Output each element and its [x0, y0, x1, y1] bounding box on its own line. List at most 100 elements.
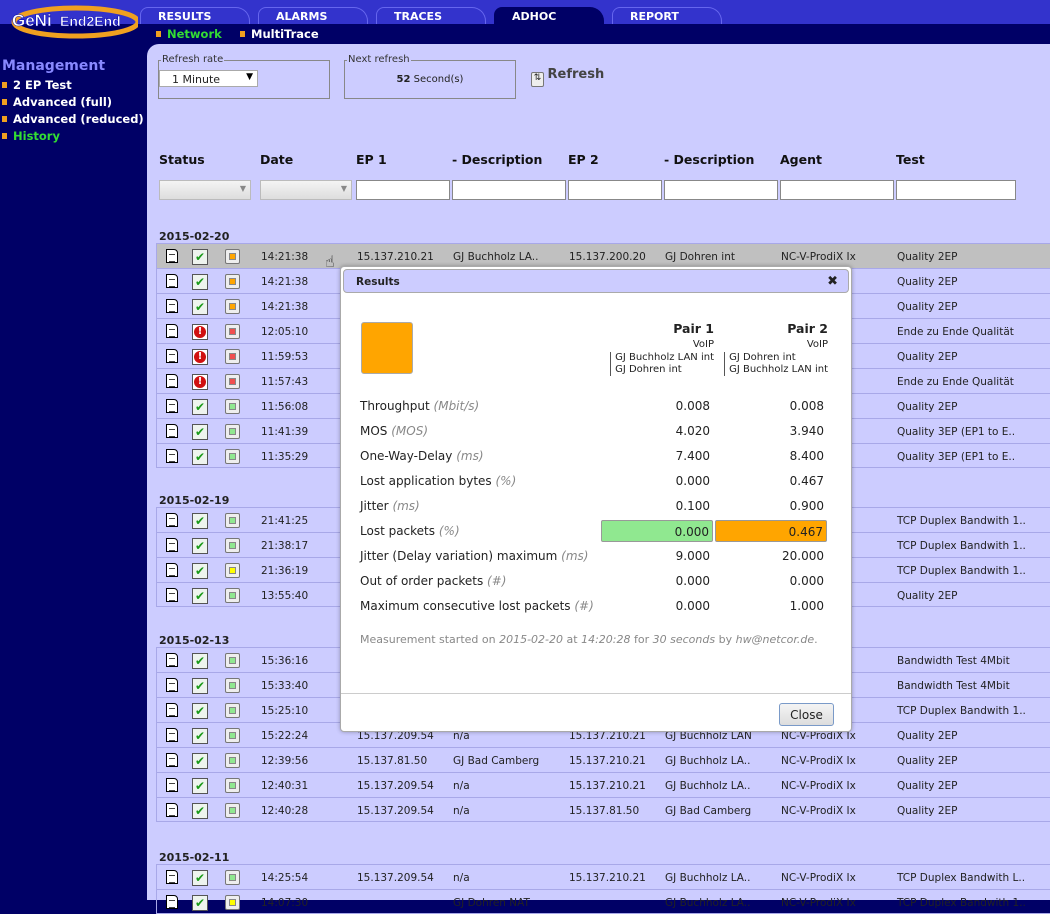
refresh-button[interactable]: ⇅ Refresh	[531, 67, 604, 87]
check-icon: ✔	[192, 678, 208, 694]
status-lamp-icon	[225, 399, 240, 414]
bullet-icon	[156, 31, 161, 37]
report-document-icon[interactable]	[166, 753, 178, 767]
check-icon: ✔	[192, 538, 208, 554]
filter-7[interactable]	[896, 180, 1016, 200]
report-document-icon[interactable]	[166, 653, 178, 667]
close-icon[interactable]: ✖	[827, 274, 838, 289]
report-document-icon[interactable]	[166, 424, 178, 438]
table-row[interactable]: ✔ 12:39:56 15.137.81.50 GJ Bad Camberg 15.13…	[156, 747, 1050, 772]
report-document-icon[interactable]	[166, 870, 178, 884]
sidebar-item-advanced-full-[interactable]: Advanced (full)	[2, 95, 112, 109]
cell: n/a	[453, 872, 470, 884]
report-document-icon[interactable]	[166, 374, 178, 388]
check-icon: ✔	[192, 449, 208, 465]
results-dialog: Results ✖ Pair 1 VoIP GJ Buchholz LAN int G…	[340, 266, 852, 732]
cell: 15.137.210.21	[569, 780, 646, 792]
pair-1-value: 9.000	[675, 549, 710, 563]
report-document-icon[interactable]	[166, 895, 178, 909]
table-row[interactable]: ✔ 12:40:28 15.137.209.54 n/a 15.137.81.50 GJ …	[156, 797, 1050, 822]
column-header[interactable]: Agent	[780, 152, 822, 167]
sidebar-item-advanced-reduced-[interactable]: Advanced (reduced)	[2, 112, 144, 126]
cell: 11:57:43	[261, 376, 309, 388]
table-row[interactable]: ✔ 12:40:31 15.137.209.54 n/a 15.137.210.21 GJ…	[156, 772, 1050, 797]
error-icon	[192, 374, 208, 390]
sidebar-item-2-ep-test[interactable]: 2 EP Test	[2, 78, 72, 92]
refresh-rate-select[interactable]: 1 Minute	[159, 70, 258, 87]
cell: Quality 2EP	[897, 301, 958, 313]
filter-6[interactable]	[780, 180, 894, 200]
tab-adhoc[interactable]: ADHOC	[494, 7, 604, 24]
cell: Bandwidth Test 4Mbit	[897, 655, 1010, 667]
status-lamp-icon	[225, 703, 240, 718]
check-icon: ✔	[192, 513, 208, 529]
filter-0[interactable]	[159, 180, 251, 200]
filter-5[interactable]	[664, 180, 778, 200]
column-header[interactable]: - Description	[452, 152, 542, 167]
report-document-icon[interactable]	[166, 728, 178, 742]
report-document-icon[interactable]	[166, 449, 178, 463]
subnav-network[interactable]: Network	[156, 27, 222, 41]
column-header[interactable]: EP 1	[356, 152, 387, 167]
cell: 14:07:30	[261, 897, 309, 909]
report-document-icon[interactable]	[166, 703, 178, 717]
geni-logo: GeNi End2End	[11, 5, 138, 39]
cell: Quality 2EP	[897, 401, 958, 413]
filter-3[interactable]	[452, 180, 566, 200]
pair-1-value: 0.000	[675, 574, 710, 588]
filter-1[interactable]	[260, 180, 352, 200]
cell: TCP Duplex Bandwith 1..	[897, 897, 1026, 909]
cell: NC-V-ProdiX Ix	[781, 780, 856, 792]
date-group-header: 2015-02-11	[159, 851, 230, 864]
column-header[interactable]: Status	[159, 152, 205, 167]
filter-4[interactable]	[568, 180, 662, 200]
cell: 15:36:16	[261, 655, 309, 667]
report-document-icon[interactable]	[166, 778, 178, 792]
tab-alarms[interactable]: ALARMS	[258, 7, 368, 24]
sidebar-item-history[interactable]: History	[2, 129, 60, 143]
check-icon: ✔	[192, 588, 208, 604]
date-group-header: 2015-02-20	[159, 230, 230, 243]
tab-results[interactable]: RESULTS	[140, 7, 250, 24]
report-document-icon[interactable]	[166, 349, 178, 363]
table-row[interactable]: ✔ 14:21:38 15.137.210.21 GJ Buchholz LA.. 15…	[156, 243, 1050, 268]
column-header[interactable]: - Description	[664, 152, 754, 167]
pair-2-value: 0.900	[789, 499, 824, 513]
report-document-icon[interactable]	[166, 299, 178, 313]
report-document-icon[interactable]	[166, 249, 178, 263]
column-header[interactable]: Test	[896, 152, 925, 167]
table-row[interactable]: ✔ 14:07:30 GJ Dohren NAT GJ Buchholz LA.. NC…	[156, 889, 1050, 914]
cell: TCP Duplex Bandwith 1..	[897, 540, 1026, 552]
table-row[interactable]: ✔ 14:25:54 15.137.209.54 n/a 15.137.210.21 GJ…	[156, 864, 1050, 889]
cell: TCP Duplex Bandwith 1..	[897, 705, 1026, 717]
column-header[interactable]: Date	[260, 152, 293, 167]
tab-traces[interactable]: TRACES	[376, 7, 486, 24]
cell: 15.137.210.21	[357, 251, 434, 263]
report-document-icon[interactable]	[166, 563, 178, 577]
cell: 14:21:38	[261, 301, 309, 313]
report-document-icon[interactable]	[166, 678, 178, 692]
report-document-icon[interactable]	[166, 274, 178, 288]
report-document-icon[interactable]	[166, 324, 178, 338]
report-document-icon[interactable]	[166, 538, 178, 552]
error-icon	[192, 324, 208, 340]
report-document-icon[interactable]	[166, 588, 178, 602]
tab-report[interactable]: REPORT	[612, 7, 722, 24]
subnav-multitrace[interactable]: MultiTrace	[240, 27, 319, 41]
next-refresh-label: Next refresh	[347, 54, 411, 65]
check-icon: ✔	[192, 870, 208, 886]
report-document-icon[interactable]	[166, 399, 178, 413]
bullet-icon	[2, 99, 7, 105]
column-header[interactable]: EP 2	[568, 152, 599, 167]
metric-row: Out of order packets (#) 0.000 0.000	[360, 570, 830, 592]
cell: 21:38:17	[261, 540, 309, 552]
filter-2[interactable]	[356, 180, 450, 200]
close-button[interactable]: Close	[779, 703, 834, 726]
report-document-icon[interactable]	[166, 513, 178, 527]
next-refresh-value: 52	[396, 74, 411, 85]
measurement-note: Measurement started on 2015-02-20 at 14:…	[360, 633, 818, 646]
sidebar: Management 2 EP Test Advanced (full) Advan…	[0, 44, 147, 545]
status-lamp-icon	[225, 588, 240, 603]
report-document-icon[interactable]	[166, 803, 178, 817]
status-lamp-icon	[225, 653, 240, 668]
